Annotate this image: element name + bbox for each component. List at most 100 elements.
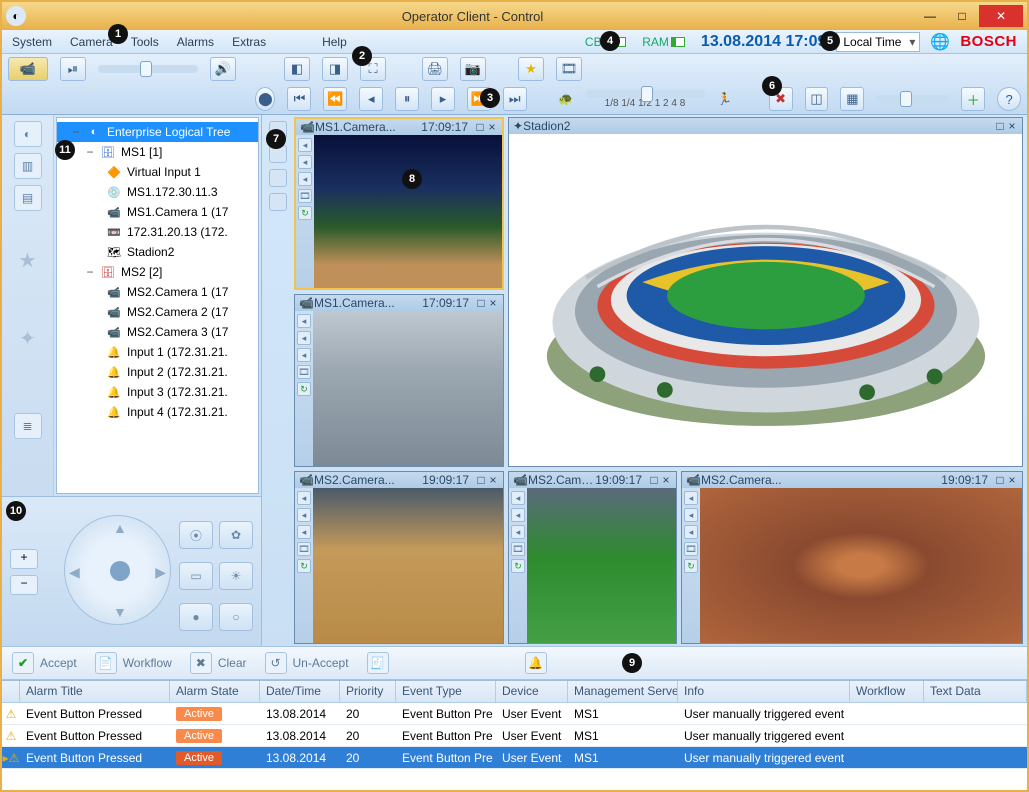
unaccept-button[interactable]: ↺Un-Accept [265,652,349,674]
volume-slider[interactable] [98,65,198,73]
tree-ms1[interactable]: −🗄MS1 [1] [57,142,258,162]
menu-extras[interactable]: Extras [232,35,266,49]
tree-item[interactable]: 🔔Input 4 (172.31.21. [57,402,258,422]
pane-close-button[interactable]: × [1006,473,1018,487]
tree-sel-icon[interactable]: ◐ [14,121,42,147]
pane-tool-icon[interactable]: ◂ [297,525,311,539]
pane-max-button[interactable]: □ [994,119,1006,133]
globe-icon[interactable]: 🌐 [930,32,950,52]
th-mgmt[interactable]: Management Serve [568,681,678,702]
pane-tool-icon[interactable]: ◂ [298,155,312,169]
ptz-focus-near[interactable]: ▭ [179,562,213,590]
image-pane[interactable]: 📹MS2.Camera...19:09:17□× ◂◂◂🎞↻ [508,471,677,644]
forward-fast-button[interactable]: ⏭ [503,87,527,111]
pane-max-button[interactable]: □ [475,296,487,310]
live-mode-button[interactable]: 📹 [8,57,48,81]
th-info[interactable]: Info [678,681,850,702]
pane-tool-icon[interactable]: ◂ [684,525,698,539]
tree-item[interactable]: 📹MS2.Camera 1 (17 [57,282,258,302]
pane-tool-icon[interactable]: 🎞 [297,365,311,379]
tree-item[interactable]: 🔔Input 2 (172.31.21. [57,362,258,382]
pane-max-button[interactable]: □ [475,473,487,487]
ptz-preset-1[interactable]: ⦿ [179,521,213,549]
image-pane[interactable]: 📹MS2.Camera...19:09:17□× ◂◂◂🎞↻ [294,471,504,644]
th-state[interactable]: Alarm State [170,681,260,702]
ribbon-icon[interactable] [269,193,287,211]
pane-max-button[interactable]: □ [648,473,660,487]
zoom-in-button[interactable]: + [10,549,38,569]
minimize-button[interactable]: — [915,5,945,27]
pane-tool-icon[interactable]: ◂ [298,138,312,152]
pane-close-button[interactable]: × [487,473,499,487]
tree-root[interactable]: −◐Enterprise Logical Tree [57,122,258,142]
pane-tool-icon[interactable]: 🎞 [511,542,525,556]
pane-tool-icon[interactable]: ◂ [684,491,698,505]
next-frame-button[interactable]: ▸ [431,87,455,111]
pane-close-button[interactable]: × [660,473,672,487]
ptz-iris-open[interactable]: ○ [219,603,253,631]
tree-item[interactable]: 🔶Virtual Input 1 [57,162,258,182]
tree-ms2[interactable]: −🗄MS2 [2] [57,262,258,282]
playback-mode-button[interactable]: ⏯ [60,57,86,81]
speed-slider[interactable] [585,90,705,98]
pane-tool-icon[interactable]: ◂ [511,508,525,522]
pane-tool-icon[interactable]: 🎞 [298,189,312,203]
th-text[interactable]: Text Data [924,681,1027,702]
rewind-fast-button[interactable]: ⏮ [287,87,311,111]
ptz-preset-2[interactable]: ✿ [219,521,253,549]
clear-button[interactable]: ✖Clear [190,652,247,674]
compass-icon[interactable]: ✦ [14,325,42,351]
pane-max-button[interactable]: □ [474,120,486,134]
help-icon[interactable]: ? [997,87,1021,111]
menu-system[interactable]: System [12,35,52,49]
tree-item[interactable]: 🗺Stadion2 [57,242,258,262]
pane-tool-icon[interactable]: ↻ [297,559,311,573]
pane-tool-icon[interactable]: ↻ [684,559,698,573]
menu-camera[interactable]: Camera [70,35,113,49]
workflow-button[interactable]: 📄Workflow [95,652,172,674]
timezone-select[interactable]: Local Time [836,32,920,52]
image-pane[interactable]: 📹MS1.Camera...17:09:17□× ◂◂◂🎞↻ 8 [294,117,504,290]
th-title[interactable]: Alarm Title [20,681,170,702]
table-row[interactable]: ▸⚠Event Button PressedActive13.08.201420… [2,747,1027,769]
record-icon[interactable]: ⬤ [255,87,275,111]
grid-slider[interactable] [876,95,949,103]
pane-tool-icon[interactable]: ◂ [684,508,698,522]
pane-tool-icon[interactable]: ↻ [297,382,311,396]
ptz-focus-far[interactable]: ☀ [219,562,253,590]
image-pane[interactable]: 📹MS2.Camera...19:09:17□× ◂◂◂🎞↻ [681,471,1023,644]
th-priority[interactable]: Priority [340,681,396,702]
add-pane-button[interactable]: ＋ [961,87,985,111]
pane-tool-icon[interactable]: ◂ [297,348,311,362]
ribbon-icon[interactable] [269,169,287,187]
pane-layout-b-button[interactable]: ▦ [840,87,864,111]
speaker-icon[interactable]: 🔊 [210,57,236,81]
tree-item[interactable]: 📼172.31.20.13 (172. [57,222,258,242]
snapshot-icon[interactable]: 📷 [460,57,486,81]
pane-tool-icon[interactable]: ◂ [297,314,311,328]
step-back-button[interactable]: ⏪ [323,87,347,111]
map-pane[interactable]: ✦Stadion2□× [508,117,1023,467]
pane-max-button[interactable]: □ [994,473,1006,487]
zoom-out-button[interactable]: − [10,575,38,595]
image-pane[interactable]: 📹MS1.Camera...17:09:17□× ◂◂◂🎞↻ [294,294,504,467]
tree-item[interactable]: 🔔Input 3 (172.31.21. [57,382,258,402]
sequence-icon[interactable]: 🎞 [556,57,582,81]
pane-tool-icon[interactable]: ◂ [511,491,525,505]
close-button[interactable]: ✕ [979,5,1023,27]
maximize-button[interactable]: □ [947,5,977,27]
tree-item[interactable]: 🔔Input 1 (172.31.21. [57,342,258,362]
th-workflow[interactable]: Workflow [850,681,924,702]
pane-close-button[interactable]: × [486,120,498,134]
pane-tool-icon[interactable]: 🎞 [684,542,698,556]
menu-help[interactable]: Help [322,35,347,49]
layout-2-icon[interactable]: ◨ [322,57,348,81]
ptz-joystick[interactable]: ▲ ▼ ◀ ▶ [64,515,171,625]
pane-tool-icon[interactable]: ◂ [511,525,525,539]
menu-tools[interactable]: Tools [131,35,159,49]
favorites-icon[interactable]: ★ [14,247,42,273]
th-device[interactable]: Device [496,681,568,702]
tree-item[interactable]: 📹MS2.Camera 2 (17 [57,302,258,322]
print-icon[interactable]: 🖨 [422,57,448,81]
menu-alarms[interactable]: Alarms [177,35,214,49]
